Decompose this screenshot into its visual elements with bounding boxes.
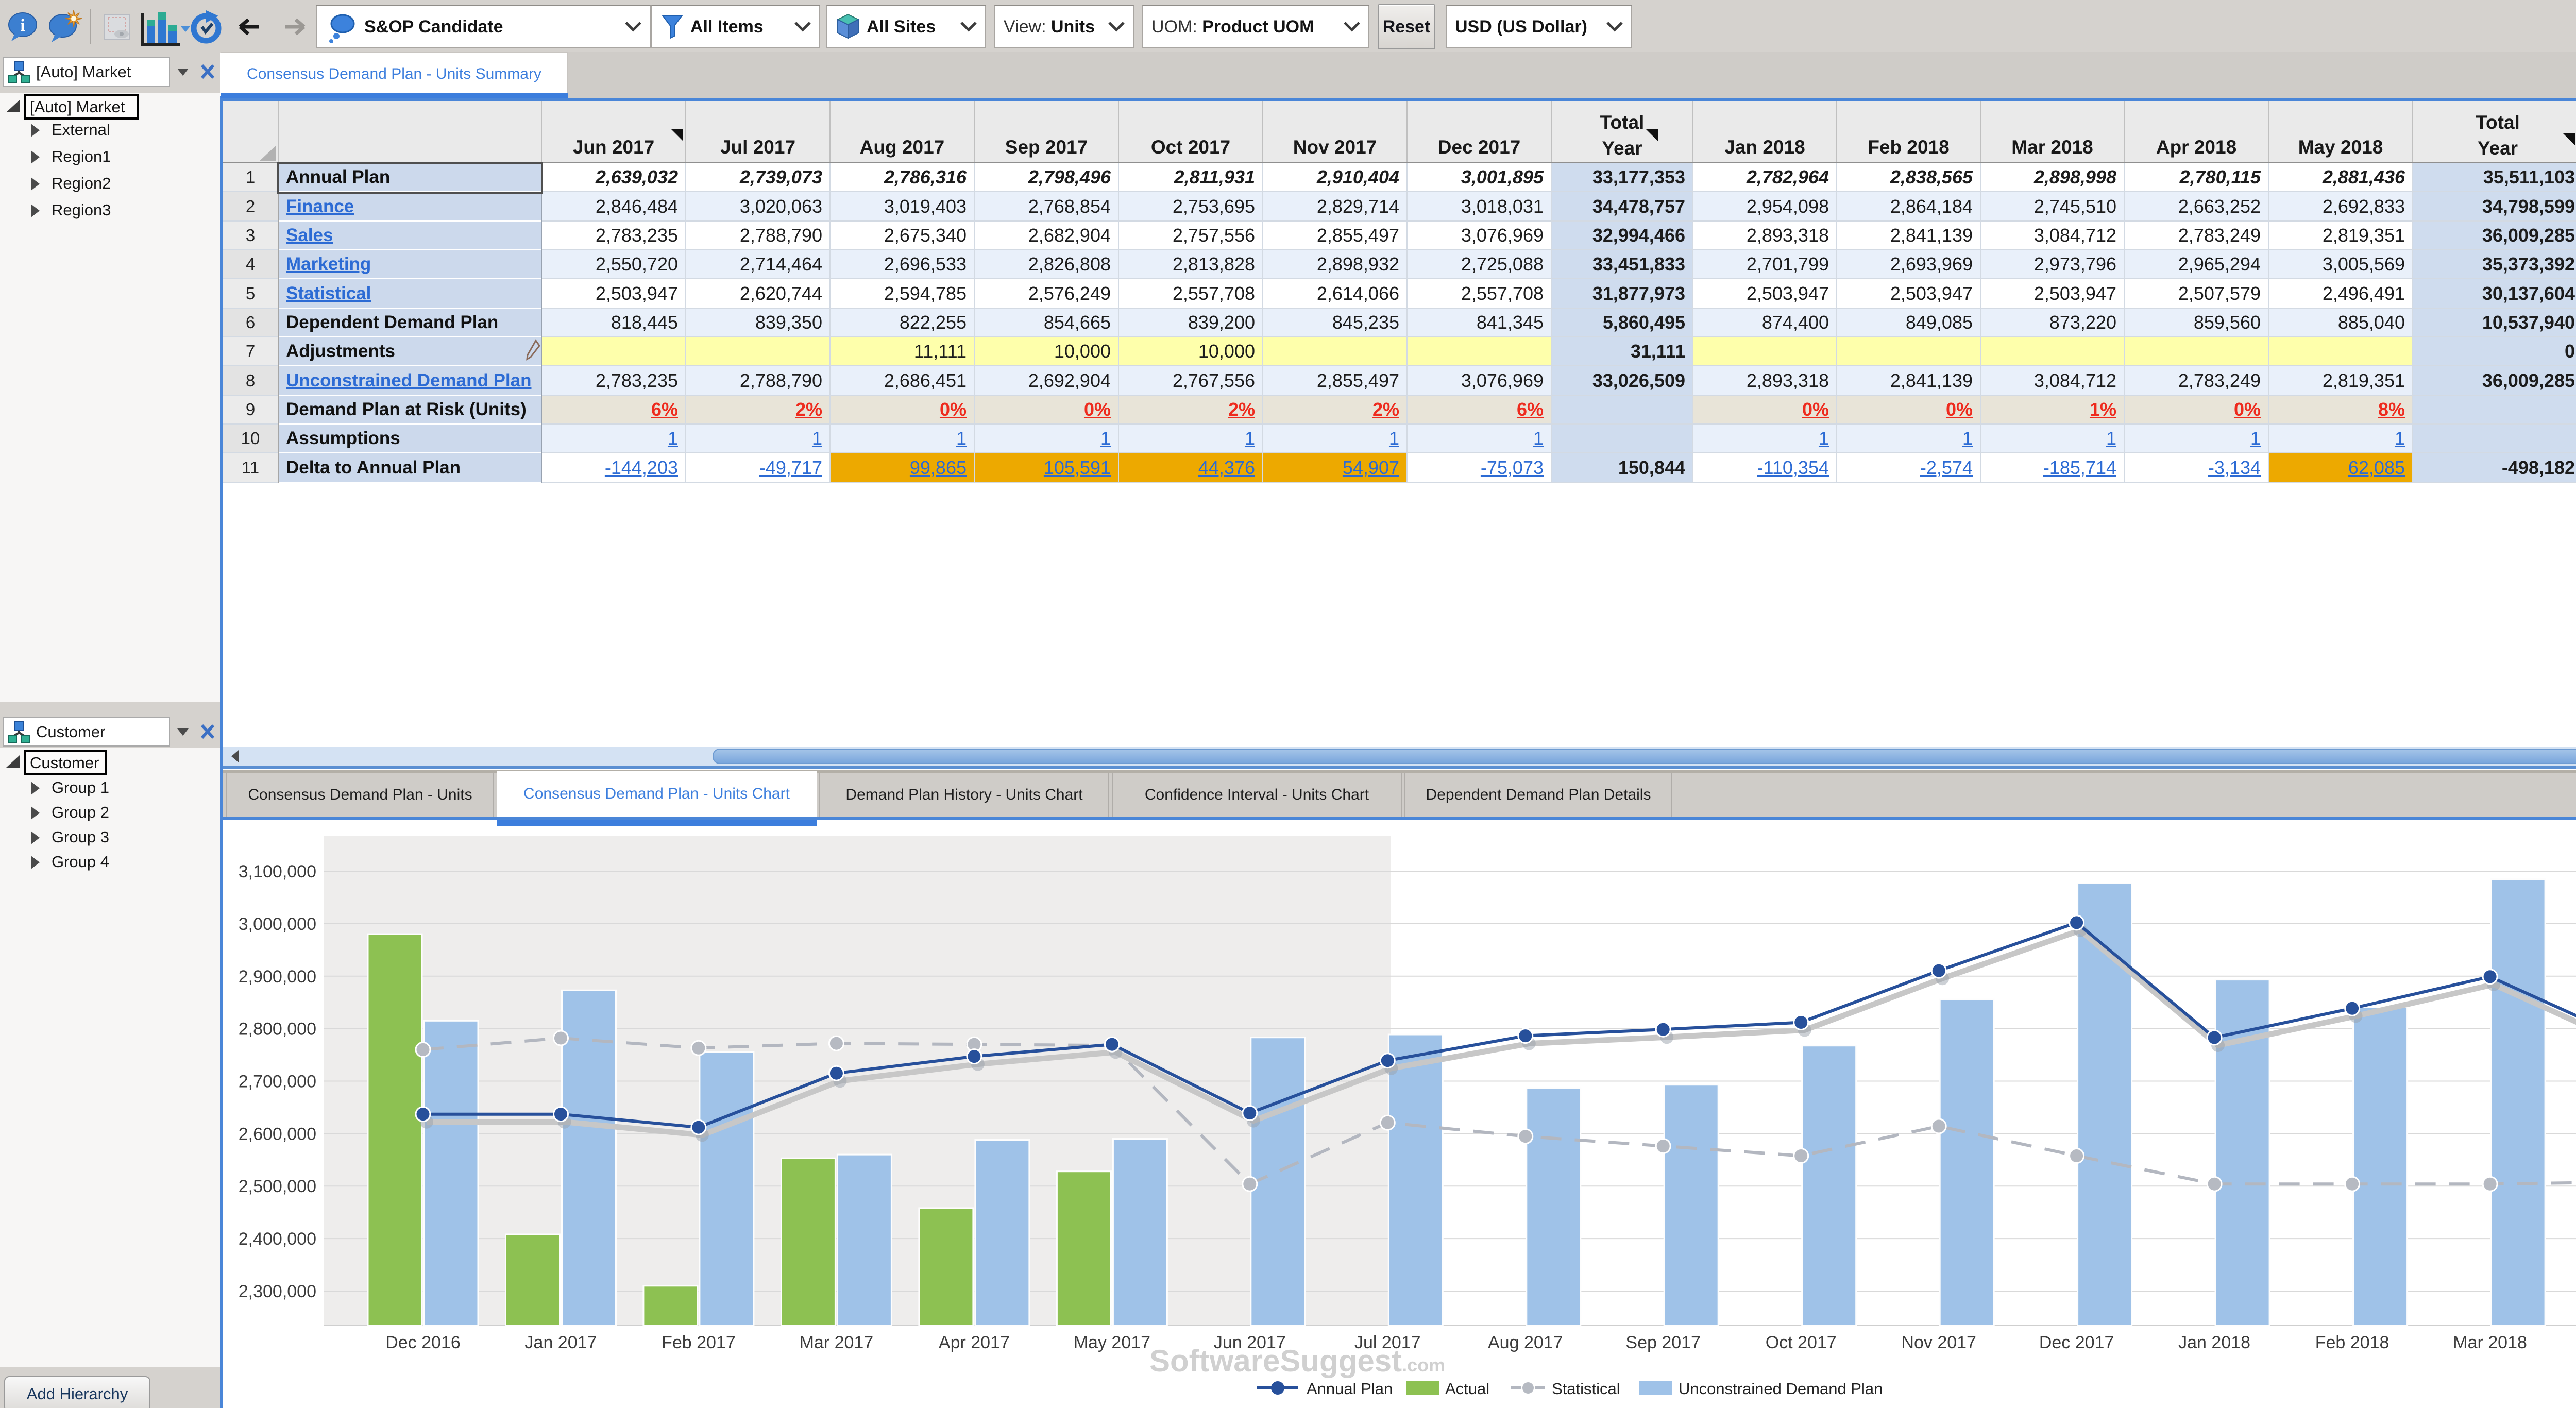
- svg-text:2,300,000: 2,300,000: [239, 1282, 316, 1301]
- svg-text:Aug 2017: Aug 2017: [1488, 1333, 1563, 1352]
- svg-text:2,600,000: 2,600,000: [239, 1124, 316, 1144]
- svg-text:Sep 2017: Sep 2017: [1625, 1333, 1701, 1352]
- svg-text:Feb 2018: Feb 2018: [2315, 1333, 2389, 1352]
- svg-text:Statistical: Statistical: [1552, 1380, 1620, 1398]
- svg-text:Dec 2017: Dec 2017: [2039, 1333, 2114, 1352]
- svg-text:Unconstrained Demand Plan: Unconstrained Demand Plan: [1679, 1380, 1883, 1398]
- svg-text:3,100,000: 3,100,000: [239, 862, 316, 881]
- svg-text:SoftwareSuggest.com: SoftwareSuggest.com: [1149, 1344, 1445, 1378]
- svg-text:Oct 2017: Oct 2017: [1766, 1333, 1837, 1352]
- svg-text:Nov 2017: Nov 2017: [1901, 1333, 1976, 1352]
- svg-text:Mar 2018: Mar 2018: [2453, 1333, 2527, 1352]
- svg-text:Apr 2017: Apr 2017: [939, 1333, 1010, 1352]
- svg-text:2,800,000: 2,800,000: [239, 1020, 316, 1039]
- svg-text:Dec 2016: Dec 2016: [385, 1333, 461, 1352]
- svg-text:Jan 2018: Jan 2018: [2178, 1333, 2250, 1352]
- svg-text:Jan 2017: Jan 2017: [525, 1333, 597, 1352]
- svg-text:Feb 2017: Feb 2017: [662, 1333, 736, 1352]
- svg-text:Actual: Actual: [1445, 1380, 1489, 1398]
- svg-text:2,700,000: 2,700,000: [239, 1072, 316, 1092]
- svg-text:2,400,000: 2,400,000: [239, 1229, 316, 1249]
- svg-text:2,900,000: 2,900,000: [239, 967, 316, 987]
- svg-text:2,500,000: 2,500,000: [239, 1177, 316, 1196]
- svg-text:i: i: [20, 16, 25, 35]
- svg-text:3,000,000: 3,000,000: [239, 914, 316, 934]
- svg-text:Mar 2017: Mar 2017: [800, 1333, 874, 1352]
- svg-text:May 2017: May 2017: [1074, 1333, 1150, 1352]
- svg-text:Annual Plan: Annual Plan: [1307, 1380, 1393, 1398]
